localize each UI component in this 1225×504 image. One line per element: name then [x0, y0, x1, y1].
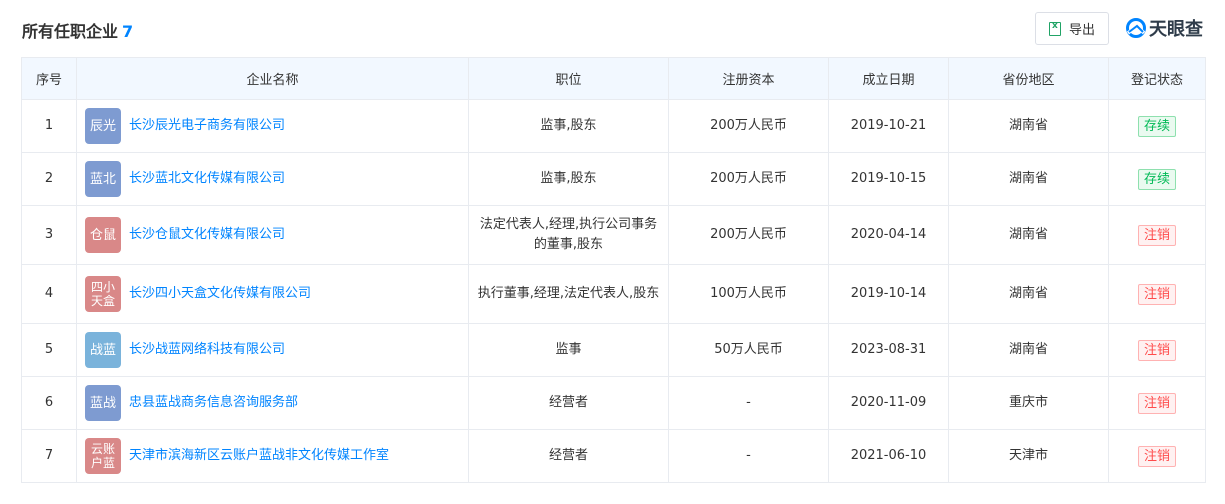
capital-cell: 200万人民币	[668, 99, 829, 153]
status-badge: 注销	[1137, 445, 1176, 467]
column-header: 成立日期	[828, 57, 949, 100]
company-cell: 云账户蓝 天津市滨海新区云账户蓝战非文化传媒工作室	[76, 429, 469, 483]
table-row: 2 蓝北 长沙蓝北文化传媒有限公司 监事,股东 200万人民币 2019-10-15 湖南省…	[21, 152, 1206, 206]
company-avatar: 辰光	[85, 108, 121, 144]
region-cell: 湖南省	[948, 205, 1109, 265]
date-cell: 2019-10-14	[828, 264, 949, 324]
region-cell: 天津市	[948, 429, 1109, 483]
status-cell: 注销	[1108, 205, 1206, 265]
company-count: 7	[122, 22, 134, 41]
row-index: 7	[21, 429, 77, 483]
export-button[interactable]: 导出	[1035, 12, 1109, 45]
region-cell: 湖南省	[948, 323, 1109, 377]
table-row: 3 仓鼠 长沙仓鼠文化传媒有限公司 法定代表人,经理,执行公司事务的董事,股东 200万…	[21, 205, 1206, 265]
company-avatar: 仓鼠	[85, 217, 121, 253]
table-row: 4 四小天盒 长沙四小天盒文化传媒有限公司 执行董事,经理,法定代表人,股东 100万人…	[21, 264, 1206, 324]
position-cell: 监事,股东	[468, 152, 669, 206]
company-cell: 战蓝 长沙战蓝网络科技有限公司	[76, 323, 469, 377]
company-name-link[interactable]: 天津市滨海新区云账户蓝战非文化传媒工作室	[129, 446, 389, 466]
company-name-link[interactable]: 长沙蓝北文化传媒有限公司	[129, 169, 285, 189]
capital-cell: 100万人民币	[668, 264, 829, 324]
row-index: 1	[21, 99, 77, 153]
export-label: 导出	[1068, 23, 1095, 38]
status-badge: 注销	[1137, 283, 1176, 305]
position-cell: 经营者	[468, 429, 669, 483]
company-cell: 蓝北 长沙蓝北文化传媒有限公司	[76, 152, 469, 206]
position-cell: 法定代表人,经理,执行公司事务的董事,股东	[468, 205, 669, 265]
page-title: 所有任职企业 7	[22, 18, 133, 42]
logo-text: 天眼查	[1149, 19, 1203, 40]
company-cell: 仓鼠 长沙仓鼠文化传媒有限公司	[76, 205, 469, 265]
row-index: 4	[21, 264, 77, 324]
status-badge: 存续	[1137, 168, 1176, 190]
column-header: 职位	[468, 57, 669, 100]
status-badge: 注销	[1137, 224, 1176, 246]
date-cell: 2020-04-14	[828, 205, 949, 265]
title-text: 所有任职企业	[22, 22, 119, 41]
capital-cell: 50万人民币	[668, 323, 829, 377]
company-cell: 四小天盒 长沙四小天盒文化传媒有限公司	[76, 264, 469, 324]
table-row: 6 蓝战 忠县蓝战商务信息咨询服务部 经营者 -2020-11-09 重庆市 注销	[21, 376, 1206, 430]
row-index: 3	[21, 205, 77, 265]
position-cell: 经营者	[468, 376, 669, 430]
column-header: 企业名称	[76, 57, 469, 100]
region-cell: 湖南省	[948, 264, 1109, 324]
tianyancha-logo: 天眼查	[1125, 15, 1203, 41]
date-cell: 2023-08-31	[828, 323, 949, 377]
column-header: 注册资本	[668, 57, 829, 100]
position-cell: 监事	[468, 323, 669, 377]
row-index: 2	[21, 152, 77, 206]
company-cell: 辰光 长沙辰光电子商务有限公司	[76, 99, 469, 153]
region-cell: 湖南省	[948, 152, 1109, 206]
table-row: 1 辰光 长沙辰光电子商务有限公司 监事,股东 200万人民币 2019-10-21 湖南省…	[21, 99, 1206, 153]
column-header: 登记状态	[1108, 57, 1206, 100]
date-cell: 2020-11-09	[828, 376, 949, 430]
region-cell: 重庆市	[948, 376, 1109, 430]
capital-cell: 200万人民币	[668, 152, 829, 206]
logo-icon	[1126, 18, 1146, 38]
company-name-link[interactable]: 长沙四小天盒文化传媒有限公司	[129, 284, 311, 304]
column-header: 序号	[21, 57, 77, 100]
company-avatar: 战蓝	[85, 332, 121, 368]
company-name-link[interactable]: 长沙战蓝网络科技有限公司	[129, 340, 285, 360]
header: 所有任职企业7 导出 天眼查	[22, 12, 1205, 46]
capital-cell: 200万人民币	[668, 205, 829, 265]
company-name-link[interactable]: 长沙仓鼠文化传媒有限公司	[129, 225, 285, 245]
status-badge: 存续	[1137, 115, 1176, 137]
status-cell: 注销	[1108, 264, 1206, 324]
table-row: 7 云账户蓝 天津市滨海新区云账户蓝战非文化传媒工作室 经营者 -2021-06-10 天…	[21, 429, 1206, 483]
row-index: 6	[21, 376, 77, 430]
status-cell: 存续	[1108, 152, 1206, 206]
row-index: 5	[21, 323, 77, 377]
companies-table: 序号 企业名称 职位 注册资本 成立日期 省份地区 登记状态 1 辰光 长沙辰光电子…	[21, 57, 1206, 483]
date-cell: 2019-10-21	[828, 99, 949, 153]
status-cell: 注销	[1108, 376, 1206, 430]
company-avatar: 蓝北	[85, 161, 121, 197]
date-cell: 2021-06-10	[828, 429, 949, 483]
capital-cell: -	[668, 376, 829, 430]
company-name-link[interactable]: 忠县蓝战商务信息咨询服务部	[129, 393, 298, 413]
date-cell: 2019-10-15	[828, 152, 949, 206]
excel-icon	[1048, 21, 1061, 36]
region-cell: 湖南省	[948, 99, 1109, 153]
status-cell: 存续	[1108, 99, 1206, 153]
status-cell: 注销	[1108, 429, 1206, 483]
company-avatar: 四小天盒	[85, 276, 121, 312]
company-avatar: 蓝战	[85, 385, 121, 421]
table-row: 5 战蓝 长沙战蓝网络科技有限公司 监事 50万人民币 2023-08-31 湖南省 注销	[21, 323, 1206, 377]
status-cell: 注销	[1108, 323, 1206, 377]
capital-cell: -	[668, 429, 829, 483]
column-header: 省份地区	[948, 57, 1109, 100]
company-name-link[interactable]: 长沙辰光电子商务有限公司	[129, 116, 285, 136]
status-badge: 注销	[1137, 392, 1176, 414]
company-cell: 蓝战 忠县蓝战商务信息咨询服务部	[76, 376, 469, 430]
status-badge: 注销	[1137, 339, 1176, 361]
table-header-row: 序号 企业名称 职位 注册资本 成立日期 省份地区 登记状态	[21, 57, 1206, 100]
position-cell: 执行董事,经理,法定代表人,股东	[468, 264, 669, 324]
position-cell: 监事,股东	[468, 99, 669, 153]
company-avatar: 云账户蓝	[85, 438, 121, 474]
